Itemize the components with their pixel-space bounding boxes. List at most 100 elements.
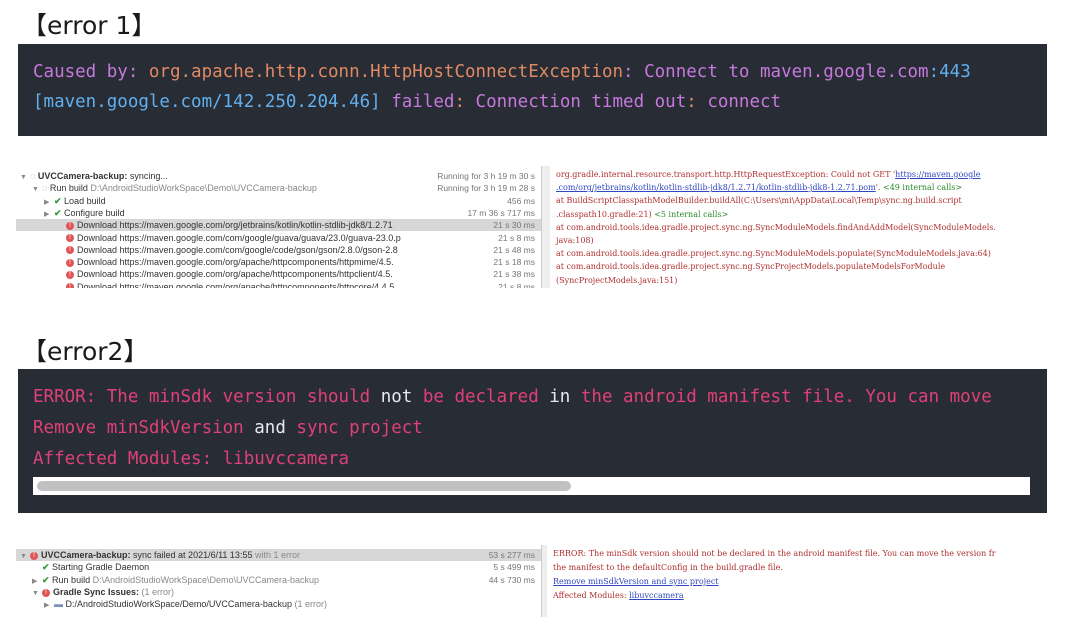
tree-row-label: Starting Gradle Daemon bbox=[52, 562, 150, 573]
elapsed-time: Running for 3 h 19 m 30 s bbox=[437, 171, 535, 181]
elapsed-time: 44 s 730 ms bbox=[488, 574, 535, 585]
spinner-icon: ◌ bbox=[30, 171, 38, 181]
log-line: Remove minSdkVersion and sync project bbox=[553, 577, 719, 586]
log-link[interactable]: Remove minSdkVersion and sync project bbox=[553, 577, 719, 586]
tree-row[interactable]: ! Download https://maven.google.com/com/g… bbox=[16, 244, 541, 256]
check-icon: ✔ bbox=[42, 562, 53, 573]
code-line: Affected Modules: libuvccamera bbox=[33, 449, 349, 469]
log-text: (SyncProjectModels.java:151) bbox=[556, 275, 678, 285]
folder-icon: ▬ bbox=[54, 599, 66, 610]
tree-row-detail: (1 error) bbox=[139, 586, 175, 597]
error-icon: ! bbox=[66, 246, 74, 255]
log-text: java:108) bbox=[556, 236, 594, 245]
tree-row-title: UVCCamera-backup: bbox=[37, 171, 128, 181]
tree-row[interactable]: ✔ Starting Gradle Daemon 5 s 499 ms bbox=[16, 561, 541, 573]
log-text: .classpath10.gradle:21) bbox=[556, 209, 655, 219]
tree-row[interactable]: ▼ ◌ UVCCamera-backup: syncing... Running f… bbox=[16, 170, 541, 182]
code-line: Caused by: org.apache.http.conn.HttpHost… bbox=[33, 62, 971, 82]
elapsed-time: 17 m 36 s 717 ms bbox=[467, 207, 535, 218]
log-text: the manifest to the defaultConfig in the… bbox=[553, 563, 783, 572]
tree-row[interactable]: ▼ ◌ Run build D:\AndroidStudioWorkSpace\D… bbox=[16, 182, 541, 194]
log-line: at com.android.tools.idea.gradle.project… bbox=[556, 262, 945, 271]
build-tree-panel: ▼ ◌ UVCCamera-backup: syncing... Running f… bbox=[16, 166, 541, 288]
sync-tree-panel: ▼! UVCCamera-backup: sync failed at 2021/… bbox=[16, 545, 541, 617]
tree-row[interactable]: ▶ ✔ Load build 456 ms bbox=[16, 195, 541, 207]
tree-row[interactable]: ▼! UVCCamera-backup: sync failed at 2021/… bbox=[16, 549, 541, 561]
code-token: : bbox=[623, 62, 645, 82]
elapsed-time: 21 s 8 ms bbox=[498, 232, 535, 243]
code-token: : bbox=[686, 92, 708, 112]
log-link[interactable]: https://maven.google bbox=[895, 170, 980, 179]
log-line: (SyncProjectModels.java:151) bbox=[556, 276, 677, 285]
log-text: ERROR: The minSdk version should not be … bbox=[553, 549, 996, 558]
elapsed-time: 21 s 38 ms bbox=[493, 269, 535, 280]
tree-row[interactable]: ▼! Gradle Sync Issues: (1 error) bbox=[16, 586, 541, 598]
spinner-icon: ◌ bbox=[42, 183, 50, 194]
log-text: at com.android.tools.idea.gradle.project… bbox=[556, 262, 946, 272]
tree-row[interactable]: ! Download https://maven.google.com/org/a… bbox=[16, 256, 541, 268]
error-icon: ! bbox=[66, 234, 74, 243]
internal-calls-link[interactable]: <49 internal calls> bbox=[883, 183, 962, 192]
error-icon: ! bbox=[42, 588, 50, 597]
code-token: sync project bbox=[285, 418, 423, 438]
tree-row-detail: D:\AndroidStudioWorkSpace\Demo\UVCCamera… bbox=[90, 183, 317, 194]
sync-log-panel: ERROR: The minSdk version should not be … bbox=[547, 545, 1050, 617]
tree-row-label: Download https://maven.google.com/org/ap… bbox=[77, 269, 393, 280]
check-icon: ✔ bbox=[54, 195, 65, 206]
error-2-heading: 【error2】 bbox=[22, 337, 149, 366]
build-log-panel: org.gradle.internal.resource.transport.h… bbox=[550, 166, 1050, 288]
tree-row-label: Download https://maven.google.com/org/ap… bbox=[77, 281, 395, 288]
code-line: ERROR: The minSdk version should not be … bbox=[33, 387, 992, 407]
internal-calls-link[interactable]: <5 internal calls> bbox=[654, 210, 728, 219]
tree-row-label: Configure build bbox=[64, 207, 125, 218]
elapsed-time: 5 s 499 ms bbox=[493, 562, 535, 573]
log-line: ERROR: The minSdk version should not be … bbox=[553, 549, 996, 558]
code-token: org.apache.http.conn.HttpHostConnectExce… bbox=[148, 62, 624, 82]
elapsed-time: 21 s 18 ms bbox=[493, 257, 535, 268]
log-link[interactable]: libuvccamera bbox=[629, 591, 684, 600]
elapsed-time: 21 s 8 ms bbox=[498, 281, 535, 288]
error-1-heading: 【error 1】 bbox=[22, 11, 157, 40]
tree-row[interactable]: ! Download https://maven.google.com/org/j… bbox=[16, 219, 541, 232]
code-token: Connection timed out bbox=[475, 92, 687, 112]
log-line: Affected Modules: libuvccamera bbox=[553, 591, 684, 600]
elapsed-time: 21 s 30 ms bbox=[493, 220, 535, 231]
scrollbar-thumb[interactable] bbox=[37, 481, 572, 491]
tree-row[interactable]: ! Download https://maven.google.com/com/g… bbox=[16, 232, 541, 244]
tree-row-detail: D:\AndroidStudioWorkSpace\Demo\UVCCamera… bbox=[92, 574, 320, 585]
tree-row-detail: with 1 error bbox=[252, 550, 300, 560]
tree-row-label: Download https://maven.google.com/com/go… bbox=[77, 232, 401, 243]
code-token: [maven.google.com/142.250.204.46] bbox=[33, 92, 381, 112]
tree-row-label: Download https://maven.google.com/org/ap… bbox=[77, 257, 394, 268]
log-text: at com.android.tools.idea.gradle.project… bbox=[556, 249, 991, 259]
code-token: Affected Modules: libuvccamera bbox=[33, 449, 350, 469]
error-icon: ! bbox=[66, 271, 74, 280]
elapsed-time: 53 s 277 ms bbox=[488, 550, 535, 560]
tree-row[interactable]: ! Download https://maven.google.com/org/a… bbox=[16, 268, 541, 280]
log-text: org.gradle.internal.resource.transport.h… bbox=[556, 170, 896, 179]
tree-row[interactable]: ▶ ✔ Configure build 17 m 36 s 717 ms bbox=[16, 207, 541, 219]
tree-row-label: D:/AndroidStudioWorkSpace/Demo/UVCCamera… bbox=[65, 599, 292, 610]
log-link[interactable]: .com/org/jetbrains/kotlin/kotlin-stdlib-… bbox=[556, 183, 876, 192]
horizontal-scrollbar[interactable] bbox=[33, 477, 1030, 495]
log-line: at com.android.tools.idea.gradle.project… bbox=[556, 249, 991, 258]
tree-row-label: sync failed at 2021/6/11 13:55 bbox=[130, 550, 253, 560]
log-line: at BuildScriptClasspathModelBuilder.buil… bbox=[556, 196, 962, 205]
log-text: Affected Modules: bbox=[553, 591, 630, 600]
code-token: failed bbox=[380, 92, 455, 112]
expand-right-icon[interactable]: ▶ bbox=[44, 600, 54, 612]
tree-row[interactable]: ▶ ▬ D:/AndroidStudioWorkSpace/Demo/UVCCam… bbox=[16, 598, 541, 610]
elapsed-time: 456 ms bbox=[507, 195, 535, 206]
tree-row[interactable]: ▶ ✔ Run build D:\AndroidStudioWorkSpace\D… bbox=[16, 574, 541, 586]
code-line: Remove minSdkVersion and sync project bbox=[33, 418, 423, 438]
tree-row-detail: (1 error) bbox=[291, 599, 327, 610]
code-token: Caused by: bbox=[33, 62, 149, 82]
log-text: at com.android.tools.idea.gradle.project… bbox=[556, 222, 996, 232]
tree-row[interactable]: ! Download https://maven.google.com/org/a… bbox=[16, 281, 541, 288]
code-line: [maven.google.com/142.250.204.46] failed… bbox=[33, 92, 781, 112]
log-line: the manifest to the defaultConfig in the… bbox=[553, 563, 783, 572]
code-token: ERROR: The minSdk version should bbox=[33, 387, 381, 407]
check-icon: ✔ bbox=[42, 574, 53, 585]
error-icon: ! bbox=[30, 551, 38, 560]
elapsed-time: 21 s 48 ms bbox=[493, 244, 535, 255]
